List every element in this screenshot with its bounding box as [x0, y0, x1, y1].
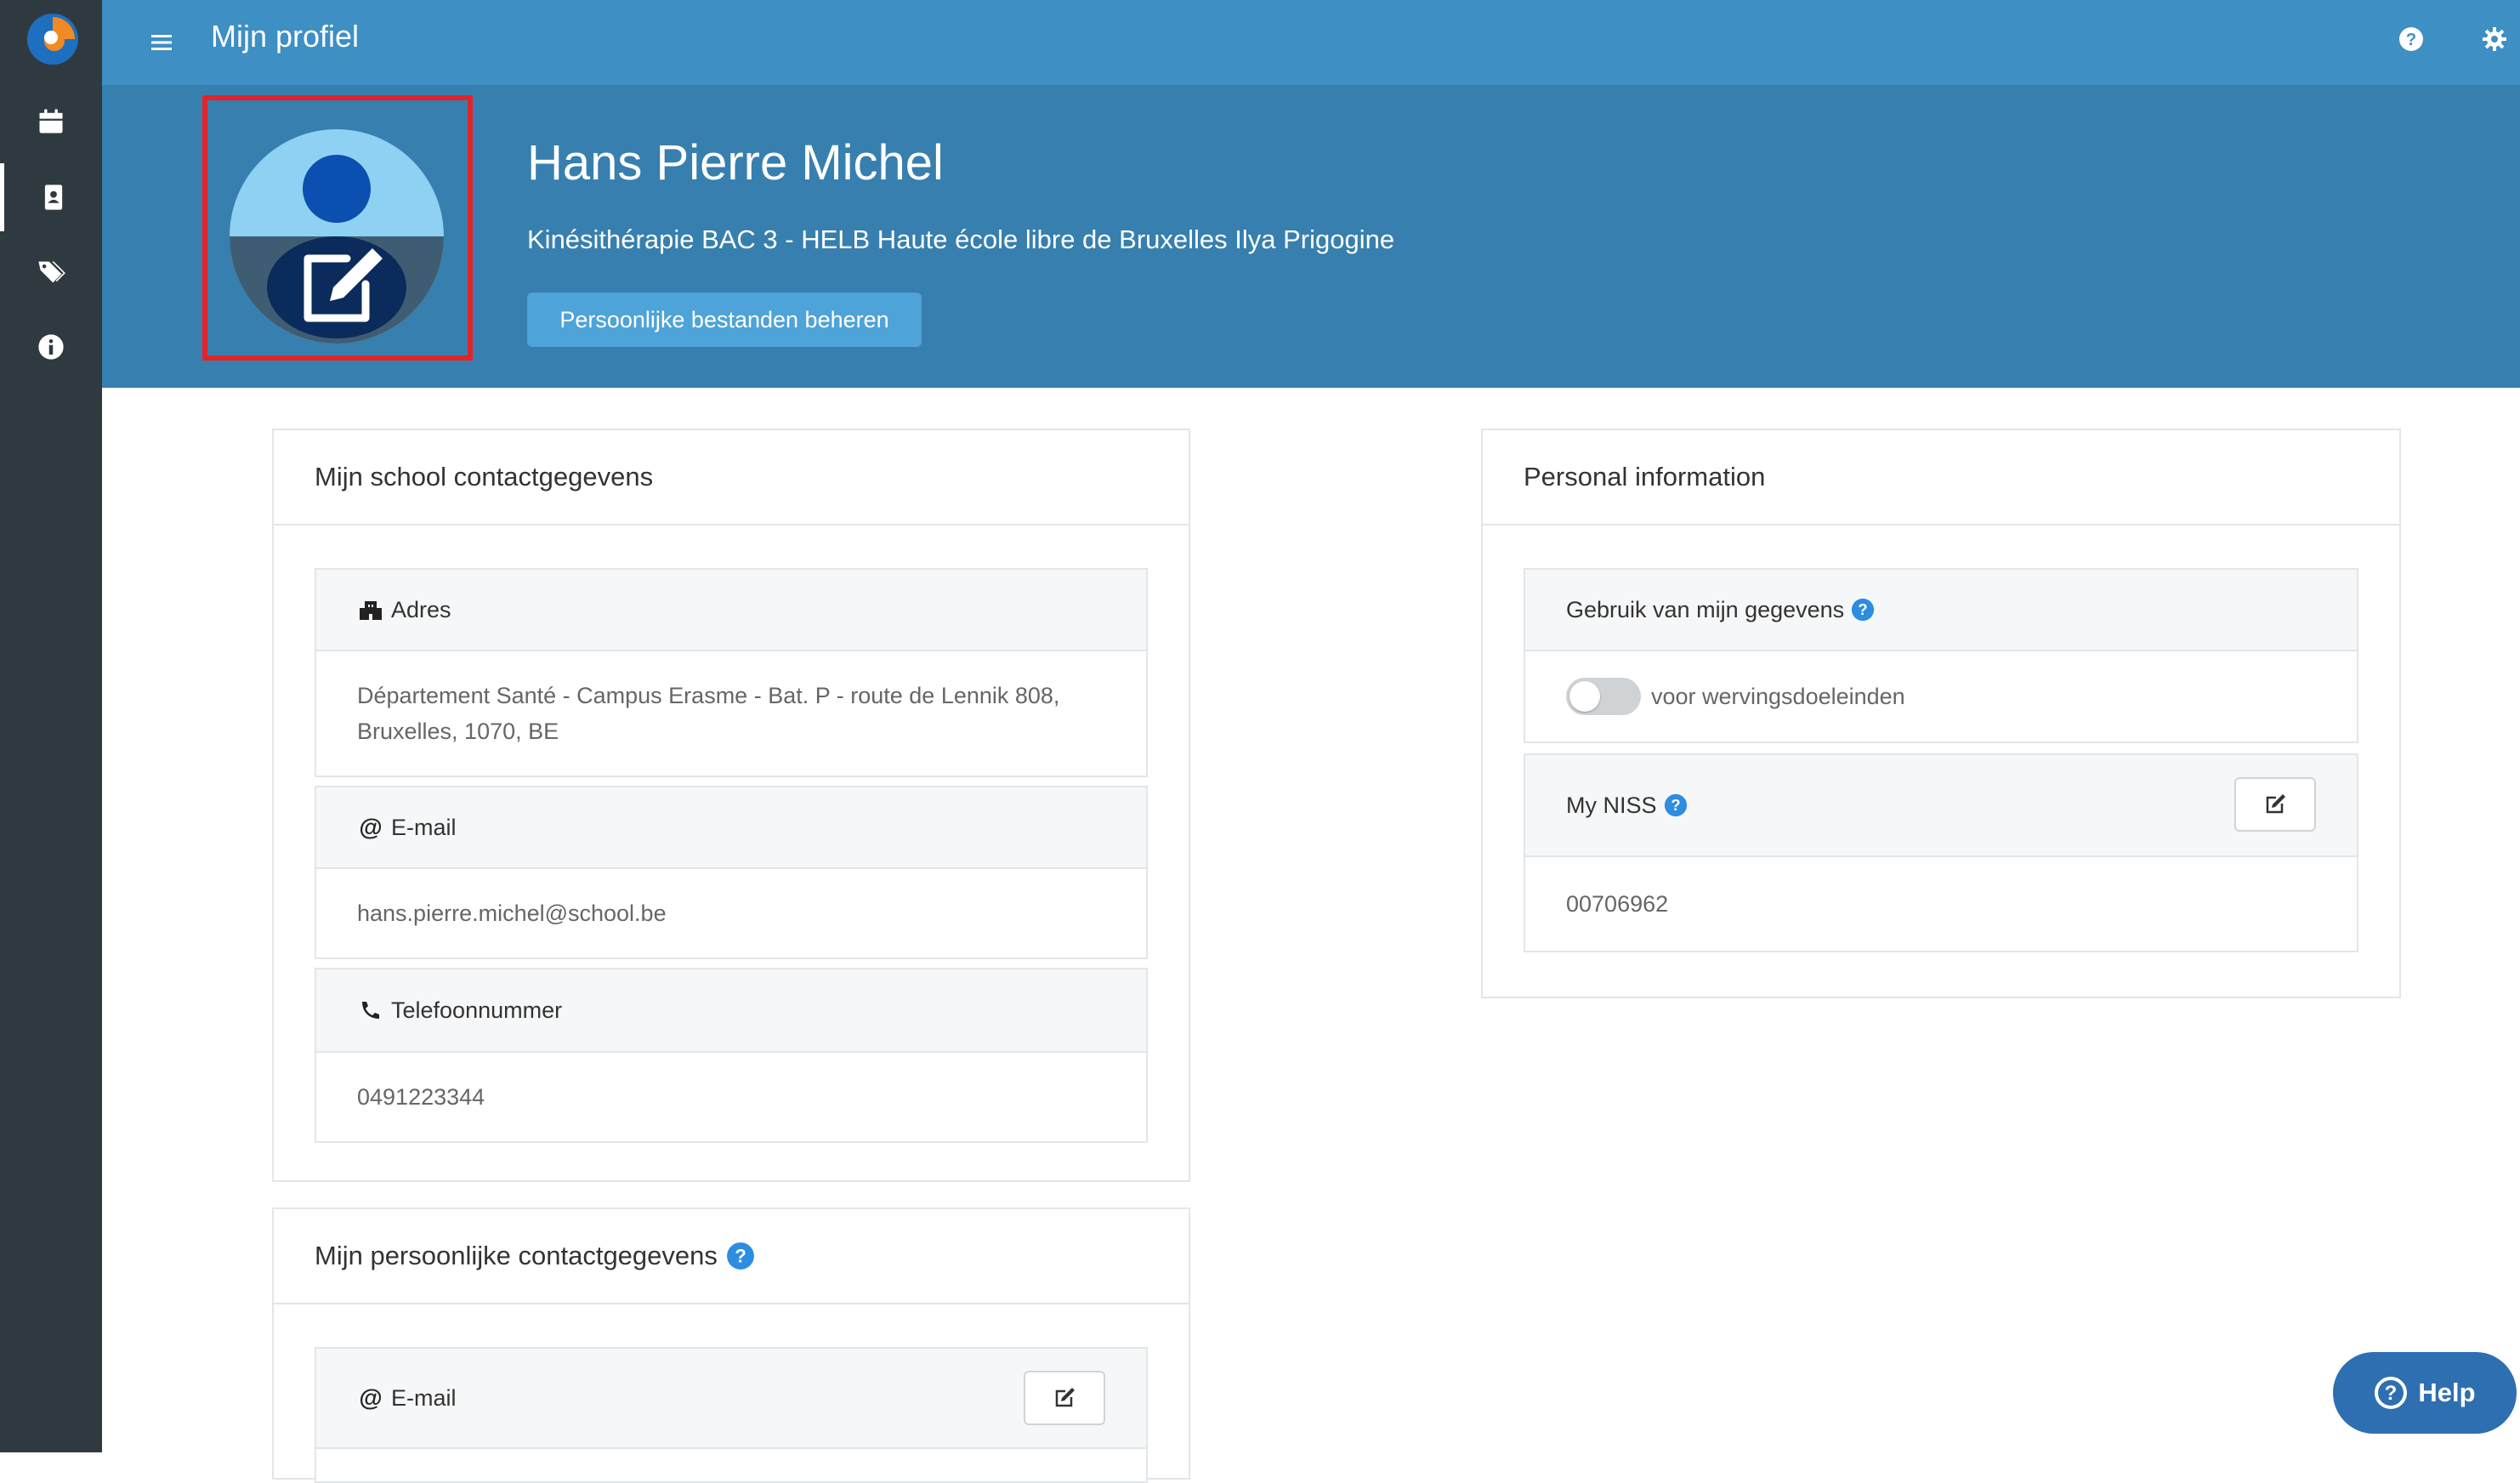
app-logo[interactable] — [26, 12, 80, 66]
address-card: Adres Département Santé - Campus Erasme … — [315, 568, 1148, 777]
svg-text:@: @ — [359, 814, 382, 840]
personal-contact-panel: Mijn persoonlijke contactgegevens ? @ E-… — [272, 1207, 1190, 1483]
personal-email-label: E-mail — [391, 1384, 457, 1411]
calendar-icon — [39, 109, 63, 134]
data-usage-card: Gebruik van mijn gegevens ? voor werving… — [1524, 568, 2358, 743]
tags-icon — [38, 261, 65, 283]
manage-files-button[interactable]: Persoonlijke bestanden beheren — [527, 293, 922, 347]
question-circle-icon[interactable]: ? — [1851, 598, 1875, 622]
svg-text:?: ? — [2385, 1382, 2398, 1405]
question-circle-icon[interactable]: ? — [726, 1242, 755, 1270]
personal-contact-title: Mijn persoonlijke contactgegevens — [315, 1241, 718, 1270]
settings-gear-icon[interactable] — [2481, 26, 2508, 53]
sidebar-item-tags[interactable] — [0, 238, 102, 306]
sidebar-item-calendar[interactable] — [0, 88, 102, 156]
question-circle-icon: ? — [2375, 1377, 2408, 1409]
niss-label: My NISS — [1566, 792, 1657, 818]
page-title: Mijn profiel — [211, 19, 360, 54]
profile-name: Hans Pierre Michel — [527, 135, 944, 190]
floating-help-button[interactable]: ? Help — [2333, 1352, 2517, 1434]
phone-card: Telefoonnummer 0491223344 — [315, 968, 1148, 1143]
svg-text:?: ? — [2406, 31, 2416, 49]
niss-card: My NISS ? 00706962 — [1524, 753, 2358, 952]
address-line-1: Département Santé - Campus Erasme - Bat.… — [357, 683, 1060, 708]
data-usage-label: Gebruik van mijn gegevens — [1566, 596, 1845, 622]
top-bar: Mijn profiel ? — [102, 0, 2520, 85]
svg-text:?: ? — [1671, 796, 1680, 814]
edit-icon — [1055, 1388, 1075, 1407]
svg-text:?: ? — [1859, 600, 1868, 618]
info-icon — [38, 334, 64, 360]
address-label: Adres — [391, 596, 451, 622]
school-email-label: E-mail — [391, 814, 457, 840]
personal-info-panel: Personal information Gebruik van mijn ge… — [1481, 429, 2401, 998]
address-line-2: Bruxelles, 1070, BE — [357, 719, 559, 744]
phone-label: Telefoonnummer — [391, 997, 563, 1023]
school-contact-title: Mijn school contactgegevens — [274, 430, 1189, 526]
edit-icon — [2266, 794, 2285, 814]
personal-email-card: @ E-mail — [315, 1347, 1148, 1483]
question-circle-icon[interactable]: ? — [1664, 793, 1688, 817]
school-email-card: @ E-mail hans.pierre.michel@school.be — [315, 786, 1148, 959]
at-sign-icon: @ — [359, 814, 382, 840]
profile-banner: Hans Pierre Michel Kinésithérapie BAC 3 … — [102, 85, 2520, 388]
profile-card-icon — [44, 185, 62, 210]
menu-icon[interactable] — [145, 26, 179, 60]
phone-value: 0491223344 — [357, 1084, 485, 1110]
edit-personal-email-button[interactable] — [1024, 1371, 1105, 1425]
sidebar-item-profile[interactable] — [0, 163, 102, 231]
school-contact-panel: Mijn school contactgegevens Adres Départ… — [272, 429, 1190, 1182]
help-button-label: Help — [2418, 1378, 2476, 1407]
sidebar — [0, 0, 102, 1452]
edit-niss-button[interactable] — [2234, 777, 2316, 832]
recruitment-toggle[interactable] — [1566, 678, 1641, 715]
recruitment-label: voor wervingsdoeleinden — [1651, 684, 1905, 709]
building-icon — [360, 601, 382, 620]
sidebar-item-info[interactable] — [0, 313, 102, 381]
avatar-edit-button[interactable] — [230, 129, 444, 344]
phone-icon — [362, 1002, 379, 1019]
profile-program: Kinésithérapie BAC 3 - HELB Haute école … — [527, 224, 1395, 254]
svg-text:?: ? — [735, 1245, 746, 1266]
at-sign-icon: @ — [359, 1384, 382, 1411]
personal-info-title: Personal information — [1483, 430, 2399, 526]
niss-value: 00706962 — [1566, 891, 1669, 917]
svg-text:@: @ — [359, 1384, 382, 1411]
school-email-value: hans.pierre.michel@school.be — [357, 901, 667, 926]
help-icon[interactable]: ? — [2398, 26, 2425, 53]
